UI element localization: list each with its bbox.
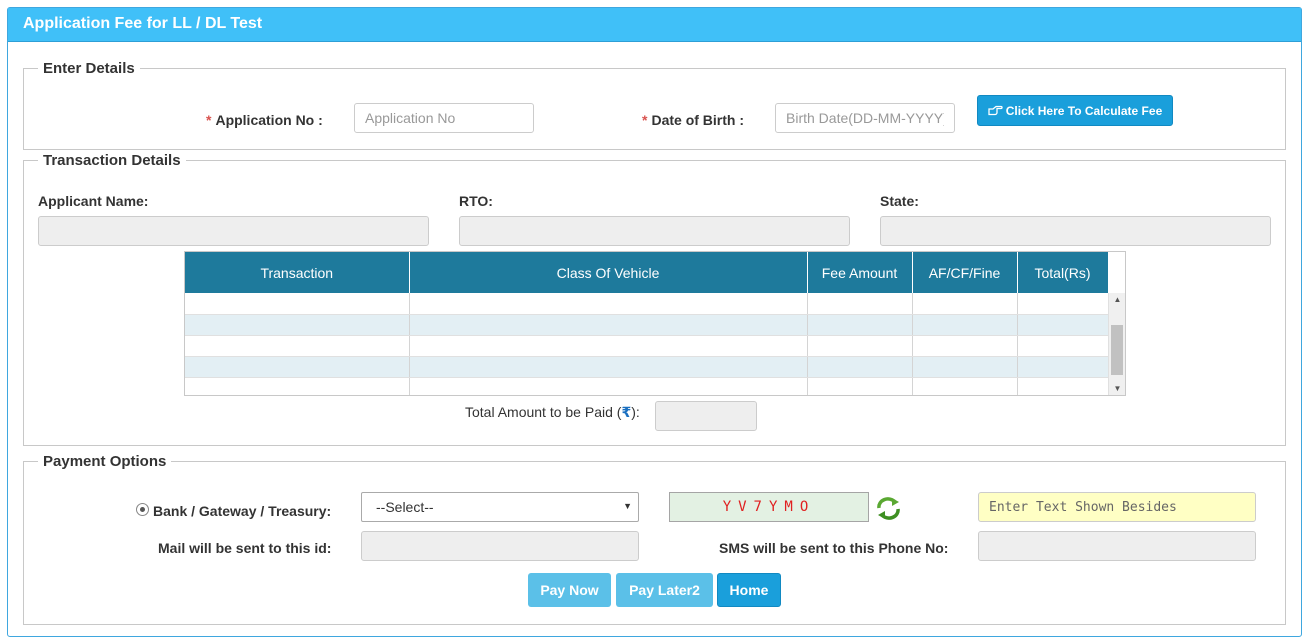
table-row [185,356,1109,378]
applicant-name-label: Applicant Name: [38,193,149,209]
total-amount-label: Total Amount to be Paid (₹): [465,404,640,420]
dob-label: * Date of Birth : [642,112,745,128]
enter-details-legend: Enter Details [43,60,135,77]
rto-field [459,216,850,246]
transaction-details-legend: Transaction Details [43,152,181,169]
sms-label: SMS will be sent to this Phone No: [719,540,949,556]
gateway-selected-value: --Select-- [376,499,434,515]
scroll-down-icon[interactable]: ▼ [1109,384,1125,393]
mail-label: Mail will be sent to this id: [158,540,332,556]
table-row [185,377,1109,395]
refresh-icon[interactable] [875,497,902,520]
panel-title: Application Fee for LL / DL Test [8,8,1301,42]
scroll-thumb[interactable] [1111,325,1123,375]
pay-now-button[interactable]: Pay Now [528,573,611,607]
rupee-icon: ₹ [621,404,632,420]
table-header-row: Transaction Class Of Vehicle Fee Amount … [185,252,1109,293]
payment-options-legend: Payment Options [43,453,167,470]
application-no-label: * Application No : [206,112,323,128]
hand-pointer-icon [988,105,1003,116]
gateway-select[interactable]: --Select-- ▼ [361,492,639,522]
scroll-up-icon[interactable]: ▲ [1109,295,1125,304]
mail-field [361,531,639,561]
sms-field [978,531,1256,561]
required-mark: * [206,112,212,128]
state-label: State: [880,193,919,209]
total-amount-field [655,401,757,431]
captcha-input[interactable] [978,492,1256,522]
transaction-table: Transaction Class Of Vehicle Fee Amount … [184,251,1126,396]
dob-input[interactable] [775,103,955,133]
application-no-input[interactable] [354,103,534,133]
table-row [185,335,1109,357]
home-button[interactable]: Home [717,573,781,607]
header-transaction: Transaction [185,252,410,293]
captcha-image: YV7YMO [669,492,869,522]
calculate-fee-label: Click Here To Calculate Fee [1005,103,1163,118]
header-fee-amount: Fee Amount [807,252,913,293]
header-total: Total(Rs) [1017,252,1109,293]
table-scrollbar[interactable]: ▲ ▼ [1108,293,1125,395]
header-class-of-vehicle: Class Of Vehicle [409,252,808,293]
applicant-name-field [38,216,429,246]
gateway-label: Bank / Gateway / Treasury: [153,503,332,519]
calculate-fee-button[interactable]: Click Here To Calculate Fee [977,95,1173,126]
state-field [880,216,1271,246]
rto-label: RTO: [459,193,493,209]
table-row [185,293,1109,315]
required-mark: * [642,112,648,128]
chevron-down-icon: ▼ [623,501,632,511]
gateway-radio[interactable] [136,503,149,516]
header-af-cf-fine: AF/CF/Fine [912,252,1018,293]
pay-later-button[interactable]: Pay Later2 [616,573,713,607]
table-row [185,314,1109,336]
